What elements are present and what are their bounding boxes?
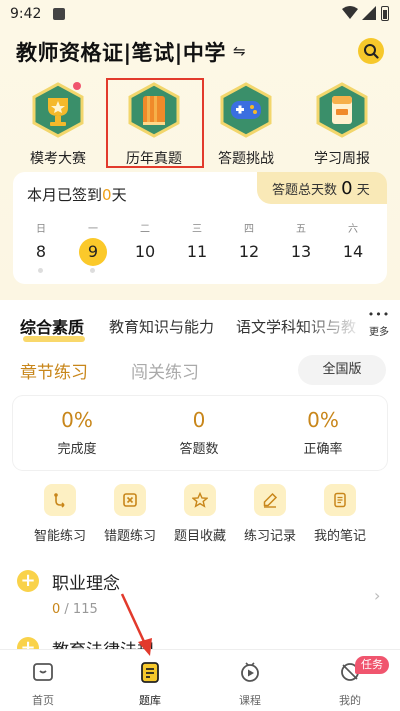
smart-practice-icon xyxy=(44,484,76,516)
month-checkin-count: 0 xyxy=(102,186,112,204)
tool-practice-record[interactable]: 练习记录 xyxy=(235,484,305,544)
stat-value: 0% xyxy=(61,408,93,432)
signal-icon xyxy=(362,6,376,20)
stats-card: 0% 完成度 0 答题数 0% 正确率 xyxy=(13,396,387,470)
tab-fade xyxy=(300,305,364,345)
stat-completion: 0% 完成度 xyxy=(22,408,132,457)
subject-tab-education[interactable]: 教育知识与能力 xyxy=(109,316,214,337)
calendar-date[interactable]: 13 xyxy=(286,238,316,266)
weekday-label: 二 xyxy=(140,224,150,235)
question-bank-icon xyxy=(141,662,159,683)
weekday-label: 六 xyxy=(348,224,358,235)
stat-label: 答题数 xyxy=(179,442,219,457)
a-icon xyxy=(53,8,65,20)
nav-label: 题库 xyxy=(139,694,161,707)
calendar-date[interactable]: 12 xyxy=(234,238,264,266)
weekday-label: 三 xyxy=(192,224,202,235)
wifi-icon xyxy=(342,6,358,19)
checkin-dot xyxy=(90,268,95,273)
quick-entry-label: 模考大赛 xyxy=(30,151,86,167)
weekday-label: 日 xyxy=(36,224,46,235)
expand-chapter-icon[interactable]: + xyxy=(17,570,39,592)
page-title[interactable]: 教师资格证|笔试|中学 xyxy=(16,37,226,67)
region-scope-button[interactable]: 全国版 xyxy=(298,355,386,385)
tool-smart-practice[interactable]: 智能练习 xyxy=(25,484,95,544)
highlight-box xyxy=(106,78,204,168)
stat-value: 0% xyxy=(307,408,339,432)
nav-label: 课程 xyxy=(239,694,261,707)
stat-value: 0 xyxy=(192,408,206,432)
tool-label: 我的笔记 xyxy=(313,529,366,544)
nav-home[interactable]: 首页 xyxy=(13,660,73,708)
calendar-date[interactable]: 11 xyxy=(182,238,212,266)
chapter-title[interactable]: 职业理念 xyxy=(52,569,120,594)
task-badge[interactable]: 任务 xyxy=(355,656,389,674)
weekday-label: 四 xyxy=(244,224,254,235)
quick-entry-mock-contest[interactable]: 模考大赛 xyxy=(18,82,98,167)
quick-entry-weekly-report[interactable]: 学习周报 xyxy=(302,82,382,167)
stat-accuracy: 0% 正确率 xyxy=(268,408,378,457)
search-button[interactable] xyxy=(358,38,384,64)
chevron-right-icon[interactable]: › xyxy=(374,586,380,605)
tool-label: 智能练习 xyxy=(33,529,86,544)
total-days-text: 答题总天数 0 天 xyxy=(272,178,370,199)
nav-question-bank[interactable]: 题库 xyxy=(120,660,180,708)
battery-icon xyxy=(381,6,389,21)
quick-entry-label: 学习周报 xyxy=(314,151,370,167)
status-time: 9:42 xyxy=(10,6,42,22)
month-checkin-text: 本月已签到0天 xyxy=(27,186,127,204)
subject-tab-underline xyxy=(23,336,85,342)
calendar-date[interactable]: 8 xyxy=(26,238,56,266)
report-icon xyxy=(316,82,368,138)
swap-exam-icon[interactable]: ⇋ xyxy=(233,42,246,60)
pencil-icon xyxy=(254,484,286,516)
tool-favorites[interactable]: 题目收藏 xyxy=(165,484,235,544)
stat-label: 正确率 xyxy=(303,442,343,457)
tool-my-notes[interactable]: 我的笔记 xyxy=(305,484,375,544)
star-icon xyxy=(184,484,216,516)
course-play-icon xyxy=(241,662,259,682)
total-days-count: 0 xyxy=(341,178,353,199)
home-book-icon xyxy=(33,663,53,681)
more-subjects-button[interactable]: ••• 更多 xyxy=(364,308,394,338)
more-label: 更多 xyxy=(369,327,389,338)
tab-level-practice[interactable]: 闯关练习 xyxy=(131,358,199,383)
tab-chapter-practice[interactable]: 章节练习 xyxy=(20,358,88,383)
more-dots-icon: ••• xyxy=(367,308,391,321)
chapter-progress: 0 / 115 xyxy=(52,602,98,617)
nav-label: 首页 xyxy=(32,694,54,707)
tool-wrong-questions[interactable]: 错题练习 xyxy=(95,484,165,544)
quick-entry-label: 答题挑战 xyxy=(218,151,274,167)
nav-label: 我的 xyxy=(339,694,361,707)
checkin-card: 本月已签到0天 答题总天数 0 天 日 8 一 9 二 10 三 11 四 12… xyxy=(13,172,387,284)
annotation-arrow-icon xyxy=(120,593,152,656)
weekday-label: 五 xyxy=(296,224,306,235)
calendar-date[interactable]: 10 xyxy=(130,238,160,266)
tool-label: 错题练习 xyxy=(103,529,156,544)
calendar-date-today[interactable]: 9 xyxy=(79,238,107,266)
notes-icon xyxy=(324,484,356,516)
wrong-questions-icon xyxy=(114,484,146,516)
trophy-icon xyxy=(32,82,84,138)
notification-dot xyxy=(73,82,81,90)
gamepad-icon xyxy=(220,82,272,138)
weekday-label: 一 xyxy=(88,224,98,235)
tool-label: 题目收藏 xyxy=(173,529,226,544)
subject-tab-comprehensive[interactable]: 综合素质 xyxy=(20,314,84,338)
nav-course[interactable]: 课程 xyxy=(220,660,280,708)
stat-answered: 0 答题数 xyxy=(144,408,254,457)
search-icon xyxy=(364,44,379,59)
tool-label: 练习记录 xyxy=(243,529,296,544)
quick-entry-challenge[interactable]: 答题挑战 xyxy=(206,82,286,167)
calendar-date[interactable]: 14 xyxy=(338,238,368,266)
stat-label: 完成度 xyxy=(57,442,97,457)
status-bar: 9:42 xyxy=(0,0,400,28)
checkin-dot xyxy=(38,268,43,273)
